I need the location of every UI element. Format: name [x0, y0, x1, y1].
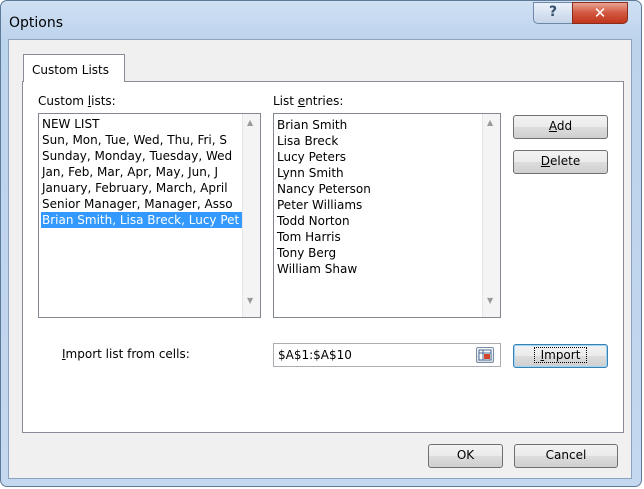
list-entry: Brian Smith [277, 118, 348, 132]
close-button[interactable]: ✕ [572, 2, 628, 24]
list-item[interactable]: NEW LIST [42, 116, 241, 132]
custom-lists-label: Custom lists: [38, 94, 116, 108]
dialog-title: Options [9, 15, 64, 31]
list-entry: Tony Berg [277, 246, 337, 260]
list-entry: William Shaw [277, 262, 358, 276]
ok-button[interactable]: OK [428, 444, 503, 468]
list-item[interactable]: Jan, Feb, Mar, Apr, May, Jun, J [42, 164, 241, 180]
list-entry: Nancy Peterson [277, 182, 371, 196]
scroll-down-arrow-icon[interactable]: ▼ [247, 296, 253, 305]
list-entry: Peter Williams [277, 198, 363, 212]
list-item[interactable]: Senior Manager, Manager, Asso [42, 196, 241, 212]
custom-lists-scrollbar[interactable]: ▲ ▼ [242, 114, 260, 317]
import-range-input[interactable]: $A$1:$A$10 [273, 343, 501, 367]
list-item[interactable]: Sunday, Monday, Tuesday, Wed [42, 148, 241, 164]
scroll-up-arrow-icon[interactable]: ▲ [247, 118, 253, 127]
cancel-button[interactable]: Cancel [514, 444, 618, 468]
tab-custom-lists[interactable]: Custom Lists [23, 54, 125, 82]
list-entry: Tom Harris [277, 230, 341, 244]
import-range-label: Import list from cells: [62, 347, 190, 361]
list-entry: Lucy Peters [277, 150, 347, 164]
custom-lists-listbox[interactable]: NEW LIST Sun, Mon, Tue, Wed, Thu, Fri, S… [38, 113, 261, 318]
delete-button[interactable]: Delete [513, 150, 608, 174]
tab-label: Custom Lists [32, 63, 110, 77]
close-icon: ✕ [593, 4, 607, 22]
add-button[interactable]: Add [513, 115, 608, 139]
list-entries-label: List entries: [273, 94, 344, 108]
import-range-value: $A$1:$A$10 [278, 348, 352, 362]
help-button[interactable]: ? [533, 2, 573, 24]
scroll-up-arrow-icon[interactable]: ▲ [487, 118, 493, 127]
list-item[interactable]: January, February, March, April [42, 180, 241, 196]
help-icon: ? [548, 4, 558, 20]
import-button[interactable]: Import [513, 344, 608, 368]
list-entry: Lisa Breck [277, 134, 339, 148]
list-entry: Todd Norton [277, 214, 350, 228]
list-item[interactable]: Sun, Mon, Tue, Wed, Thu, Fri, S [42, 132, 241, 148]
list-entries-scrollbar[interactable]: ▲ ▼ [482, 114, 500, 317]
list-entries-textarea[interactable]: Brian Smith Lisa Breck Lucy Peters Lynn … [273, 113, 501, 318]
list-entry: Lynn Smith [277, 166, 344, 180]
range-select-icon[interactable] [476, 347, 494, 363]
list-item-selected[interactable]: Brian Smith, Lisa Breck, Lucy Pet [41, 212, 242, 228]
scroll-down-arrow-icon[interactable]: ▼ [487, 296, 493, 305]
